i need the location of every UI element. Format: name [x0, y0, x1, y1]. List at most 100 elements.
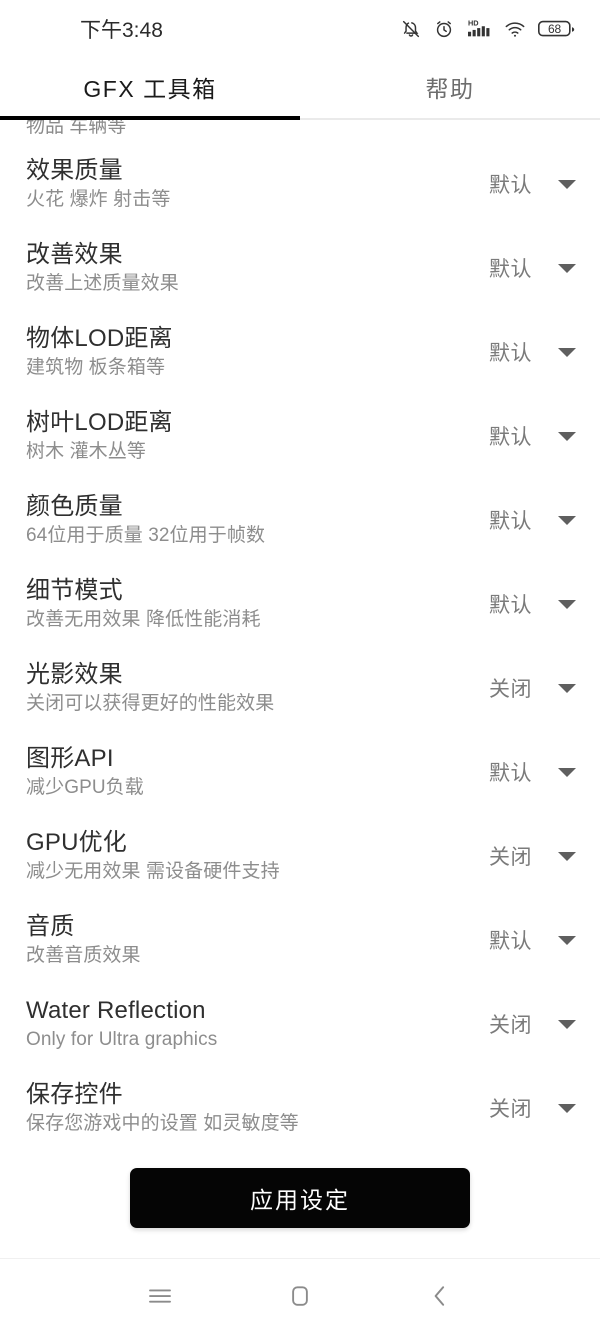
setting-row[interactable]: 细节模式 改善无用效果 降低性能消耗 默认 — [0, 562, 600, 646]
setting-subtitle: 改善上述质量效果 — [26, 273, 179, 294]
setting-texts: 音质 改善音质效果 — [26, 911, 486, 969]
setting-row[interactable]: 改善效果 改善上述质量效果 默认 — [0, 226, 600, 310]
setting-row[interactable]: 图形API 减少GPU负载 默认 — [0, 730, 600, 814]
chevron-down-icon — [558, 683, 576, 693]
setting-dropdown[interactable]: 关闭 — [486, 1093, 576, 1123]
setting-dropdown[interactable]: 关闭 — [486, 841, 576, 871]
setting-row[interactable]: 颜色质量 64位用于质量 32位用于帧数 默认 — [0, 478, 600, 562]
chevron-down-icon — [558, 599, 576, 609]
setting-row[interactable]: 光影效果 关闭可以获得更好的性能效果 关闭 — [0, 646, 600, 730]
setting-value: 默认 — [489, 342, 532, 365]
setting-dropdown[interactable]: 默认 — [486, 169, 576, 199]
setting-subtitle: 64位用于质量 32位用于帧数 — [26, 525, 266, 546]
setting-title: 音质 — [26, 913, 75, 940]
setting-dropdown[interactable]: 关闭 — [486, 673, 576, 703]
setting-texts: 改善效果改善上述质量效果 — [26, 239, 486, 297]
setting-subtitle: 树木 灌木丛等 — [26, 441, 146, 462]
setting-title: 图形API — [26, 745, 114, 772]
setting-row[interactable]: GPU优化 减少无用效果 需设备硬件支持 关闭 — [0, 814, 600, 898]
menu-icon[interactable] — [133, 1269, 187, 1323]
setting-title: 细节模式 — [26, 577, 123, 604]
tab-bar: GFX 工具箱 帮助 — [0, 58, 600, 120]
setting-texts: 树叶LOD距离树木 灌木丛等 — [26, 407, 486, 465]
chevron-down-icon — [558, 179, 576, 189]
setting-row[interactable]: Water Reflection Only for Ultra graphics 关… — [0, 982, 600, 1066]
settings-list: 效果质量 火花 爆炸 射击等 默认 改善效果 改善上述质量效果 默认 物体LOD距离 建筑物 … — [0, 142, 600, 1150]
apply-settings-button[interactable]: 应用设定 — [130, 1168, 470, 1228]
setting-row[interactable]: 物体LOD距离 建筑物 板条箱等 默认 — [0, 310, 600, 394]
chevron-down-icon — [558, 347, 576, 357]
chevron-down-icon — [558, 431, 576, 441]
setting-texts: 效果质量火花 爆炸 射击等 — [26, 155, 486, 213]
chevron-down-icon — [558, 263, 576, 273]
setting-title: 保存控件 — [26, 1081, 123, 1108]
setting-dropdown[interactable]: 默认 — [486, 757, 576, 787]
setting-subtitle: 改善无用效果 降低性能消耗 — [26, 609, 261, 630]
tab-gfx-toolbox[interactable]: GFX 工具箱 — [0, 58, 300, 120]
setting-title: 光影效果 — [26, 661, 123, 688]
bell-muted-icon — [400, 18, 422, 40]
setting-texts: 细节模式改善无用效果 降低性能消耗 — [26, 575, 486, 633]
setting-subtitle: 保存您游戏中的设置 如灵敏度等 — [26, 1113, 299, 1134]
tab-help[interactable]: 帮助 — [300, 58, 600, 120]
setting-subtitle: 改善音质效果 — [26, 945, 141, 966]
setting-dropdown[interactable]: 关闭 — [486, 1009, 576, 1039]
setting-dropdown[interactable]: 默认 — [486, 505, 576, 535]
setting-value: 默认 — [489, 510, 532, 533]
chevron-down-icon — [558, 1103, 576, 1113]
setting-subtitle: Only for Ultra graphics — [26, 1029, 218, 1050]
setting-title: 效果质量 — [26, 157, 123, 184]
setting-subtitle: 关闭可以获得更好的性能效果 — [26, 693, 275, 714]
setting-value: 关闭 — [489, 1014, 532, 1037]
setting-value: 关闭 — [489, 1098, 532, 1121]
setting-value: 默认 — [489, 762, 532, 785]
settings-scroll-area[interactable]: 物品 车辆等 效果质量 火花 爆炸 射击等 默认 改善效果 改善上述质量效果 默认 物体LO… — [0, 120, 600, 1258]
setting-value: 默认 — [489, 594, 532, 617]
setting-texts: GPU优化 减少无用效果 需设备硬件支持 — [26, 827, 486, 885]
setting-dropdown[interactable]: 默认 — [486, 925, 576, 955]
setting-dropdown[interactable]: 默认 — [486, 589, 576, 619]
setting-value: 关闭 — [489, 678, 532, 701]
setting-subtitle: 建筑物 板条箱等 — [26, 357, 166, 378]
back-icon[interactable] — [413, 1269, 467, 1323]
setting-title: 改善效果 — [26, 241, 123, 268]
setting-row[interactable]: 音质 改善音质效果 默认 — [0, 898, 600, 982]
alarm-clock-icon — [433, 18, 455, 40]
setting-title: Water Reflection — [26, 997, 206, 1024]
setting-value: 默认 — [489, 426, 532, 449]
setting-subtitle: 减少GPU负载 — [26, 777, 144, 798]
setting-subtitle: 火花 爆炸 射击等 — [26, 189, 171, 210]
setting-title: 物体LOD距离 — [26, 325, 173, 352]
setting-texts: 图形API 减少GPU负载 — [26, 743, 486, 801]
setting-dropdown[interactable]: 默认 — [486, 421, 576, 451]
home-icon[interactable] — [273, 1269, 327, 1323]
setting-value: 默认 — [489, 174, 532, 197]
battery-icon: 68 — [538, 19, 576, 39]
setting-value: 关闭 — [489, 846, 532, 869]
setting-texts: 物体LOD距离建筑物 板条箱等 — [26, 323, 486, 381]
svg-text:HD: HD — [468, 18, 479, 27]
apply-button-container: 应用设定 — [0, 1168, 600, 1228]
clipped-row-subtitle: 物品 车辆等 — [26, 120, 127, 137]
setting-row[interactable]: 效果质量 火花 爆炸 射击等 默认 — [0, 142, 600, 226]
wifi-icon — [503, 18, 527, 40]
hd-signal-icon: HD — [466, 18, 492, 40]
setting-dropdown[interactable]: 默认 — [486, 253, 576, 283]
status-icons: HD 68 — [400, 18, 576, 40]
system-navigation-bar — [0, 1258, 600, 1333]
status-time: 下午3:48 — [80, 19, 163, 42]
setting-title: 树叶LOD距离 — [26, 409, 173, 436]
setting-row[interactable]: 树叶LOD距离 树木 灌木丛等 默认 — [0, 394, 600, 478]
chevron-down-icon — [558, 1019, 576, 1029]
setting-texts: 颜色质量 64位用于质量 32位用于帧数 — [26, 491, 486, 549]
status-bar: 下午3:48 HD 68 — [0, 0, 600, 58]
setting-texts: Water Reflection Only for Ultra graphics — [26, 995, 486, 1053]
setting-subtitle: 减少无用效果 需设备硬件支持 — [26, 861, 280, 882]
chevron-down-icon — [558, 515, 576, 525]
setting-dropdown[interactable]: 默认 — [486, 337, 576, 367]
setting-texts: 光影效果关闭可以获得更好的性能效果 — [26, 659, 486, 717]
setting-value: 默认 — [489, 258, 532, 281]
clipped-previous-row[interactable]: 物品 车辆等 — [0, 120, 600, 142]
setting-row[interactable]: 保存控件保存您游戏中的设置 如灵敏度等 关闭 — [0, 1066, 600, 1150]
chevron-down-icon — [558, 767, 576, 777]
